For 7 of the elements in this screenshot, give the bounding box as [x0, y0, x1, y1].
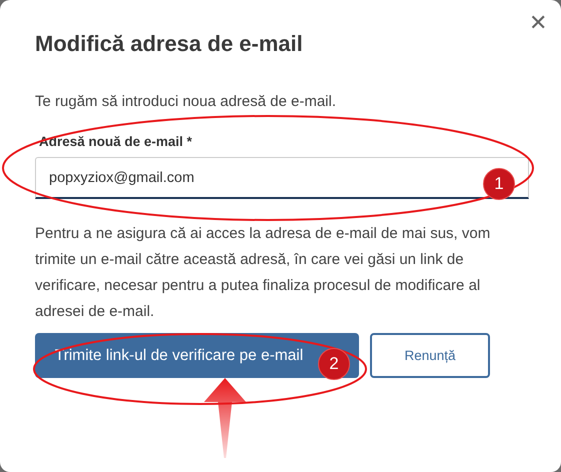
field-label: Adresă nouă de e-mail * [39, 134, 194, 149]
intro-text: Te rugăm să introduci noua adresă de e-mail. [35, 92, 337, 112]
arrow-icon [204, 378, 246, 458]
cancel-button[interactable]: Renunță [370, 333, 490, 378]
dialog-title: Modifică adresa de e-mail [35, 30, 304, 58]
close-button[interactable]: ✕ [529, 12, 547, 34]
explanation-text: Pentru a ne asigura că ai acces la adresa de e-mail de mai sus, vom trimite un e-mail către această adresă, în care vei găsi un link de verificare, necesar pentru a putea finaliza procesul de modificare al adresei de e-mail. [35, 224, 492, 322]
